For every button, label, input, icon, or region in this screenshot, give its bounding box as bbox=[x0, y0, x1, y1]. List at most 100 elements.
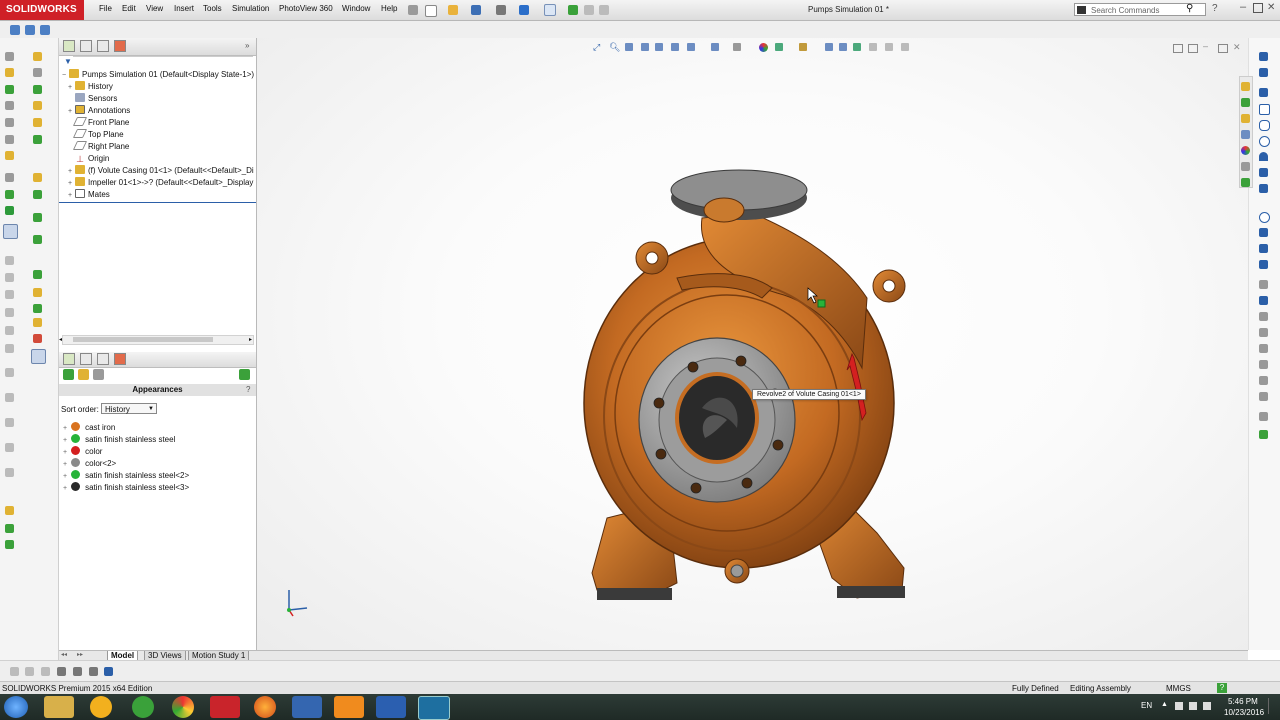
solidworks-task-icon[interactable] bbox=[210, 696, 240, 718]
pattern-icon[interactable] bbox=[1259, 344, 1268, 353]
avast-task-icon[interactable] bbox=[90, 696, 112, 718]
tab-scroll-left-icon[interactable]: ◂◂ bbox=[61, 651, 67, 658]
decal-icon[interactable] bbox=[869, 43, 877, 51]
show-desktop-button[interactable] bbox=[1268, 698, 1277, 714]
configuration-manager-tab-icon[interactable] bbox=[97, 353, 109, 365]
appearance-icon[interactable] bbox=[33, 334, 42, 343]
rebuild-icon[interactable] bbox=[568, 5, 578, 15]
notepad-task-icon[interactable] bbox=[292, 696, 322, 718]
move-component-icon[interactable] bbox=[5, 118, 14, 127]
autokey-icon[interactable] bbox=[104, 667, 113, 676]
mass-properties-icon[interactable] bbox=[5, 326, 14, 335]
convert-entities-icon[interactable] bbox=[1259, 296, 1268, 305]
circle-icon[interactable] bbox=[1259, 136, 1270, 147]
viewport-restore-icon[interactable] bbox=[1218, 44, 1228, 53]
edit-appearance-icon[interactable] bbox=[239, 369, 250, 380]
word-task-icon[interactable] bbox=[376, 696, 406, 718]
stop-icon[interactable] bbox=[41, 667, 50, 676]
file-properties-icon[interactable] bbox=[584, 5, 594, 15]
viewport-minimize-icon[interactable]: – bbox=[1203, 41, 1208, 51]
appearance-item-satin-steel-3[interactable]: + satin finish stainless steel<3> bbox=[63, 482, 189, 494]
edit-component-icon[interactable] bbox=[33, 52, 42, 61]
geometry-analysis-icon[interactable] bbox=[5, 468, 14, 477]
menu-tools[interactable]: Tools bbox=[203, 4, 222, 13]
clock-time[interactable]: 5:46 PM bbox=[1228, 697, 1258, 706]
solidworks-forum-icon[interactable] bbox=[1241, 178, 1250, 187]
walk-through-icon[interactable] bbox=[885, 43, 893, 51]
text-icon[interactable] bbox=[1259, 260, 1268, 269]
action-center-icon[interactable] bbox=[1189, 702, 1197, 710]
status-help-icon[interactable]: ? bbox=[1217, 683, 1227, 693]
help-icon[interactable]: ? bbox=[246, 385, 250, 394]
language-indicator[interactable]: EN bbox=[1141, 701, 1152, 710]
repair-sketch-icon[interactable] bbox=[1259, 392, 1268, 401]
zebra-stripes-icon[interactable] bbox=[5, 540, 14, 549]
grapher-task-icon[interactable] bbox=[334, 696, 364, 718]
display-manager-tab-icon[interactable] bbox=[114, 40, 126, 52]
design-library-icon[interactable] bbox=[1241, 98, 1250, 107]
render-tools-icon[interactable] bbox=[799, 43, 807, 51]
reference-geometry-icon[interactable] bbox=[5, 173, 14, 182]
sketch-tab-icon[interactable] bbox=[10, 25, 20, 35]
design-study-icon[interactable] bbox=[33, 270, 42, 279]
split-view-icon[interactable] bbox=[1173, 44, 1183, 53]
open-folder-icon[interactable] bbox=[448, 5, 458, 15]
relations-icon[interactable] bbox=[1259, 376, 1268, 385]
mate-icon[interactable] bbox=[5, 68, 14, 77]
view-orientation-icon[interactable] bbox=[671, 43, 679, 51]
point-icon[interactable] bbox=[1259, 228, 1268, 237]
chrome-task-icon[interactable] bbox=[172, 696, 194, 718]
new-motion-study-icon[interactable] bbox=[5, 190, 14, 199]
sketch-icon[interactable] bbox=[1259, 52, 1268, 61]
move-entities-icon[interactable] bbox=[1259, 360, 1268, 369]
flow-icon[interactable] bbox=[33, 304, 42, 313]
photoview-icon[interactable] bbox=[33, 318, 42, 327]
camera-icon[interactable] bbox=[853, 43, 861, 51]
smart-fasteners-icon[interactable] bbox=[5, 101, 14, 110]
search-icon[interactable]: ⚲ bbox=[1186, 3, 1193, 14]
axis-feature-icon[interactable] bbox=[33, 190, 42, 199]
scroll-right-icon[interactable]: ▸ bbox=[249, 336, 252, 343]
tree-item-volute-casing[interactable]: + (f) Volute Casing 01<1> (Default<<Defau… bbox=[65, 165, 254, 177]
mirror-icon[interactable] bbox=[1259, 328, 1268, 337]
mirror-components-icon[interactable] bbox=[33, 85, 42, 94]
photoview-preview-icon[interactable] bbox=[825, 43, 833, 51]
plane-feature-icon[interactable] bbox=[33, 173, 42, 182]
tree-item-impeller[interactable]: + Impeller 01<1>->? (Default<<Default>_Di… bbox=[65, 177, 253, 189]
select-icon[interactable] bbox=[544, 4, 556, 16]
menu-file[interactable]: File bbox=[99, 4, 112, 13]
trim-icon[interactable] bbox=[1259, 312, 1268, 321]
tree-item-sensors[interactable]: Sensors bbox=[65, 93, 117, 105]
edit-appearance-icon[interactable] bbox=[733, 43, 741, 51]
configuration-manager-tab-icon[interactable] bbox=[97, 40, 109, 52]
tray-expand-icon[interactable]: ▲ bbox=[1161, 701, 1168, 708]
performance-evaluation-icon[interactable] bbox=[5, 418, 14, 427]
utorrent-task-icon[interactable] bbox=[132, 696, 154, 718]
hide-show-icon[interactable] bbox=[33, 118, 42, 127]
camtasia-task-icon[interactable] bbox=[418, 696, 450, 720]
fillet-icon[interactable] bbox=[1259, 184, 1268, 193]
measure-icon[interactable] bbox=[5, 308, 14, 317]
print-icon[interactable] bbox=[496, 5, 506, 15]
firefox-task-icon[interactable] bbox=[254, 696, 276, 718]
appearances-view-icon[interactable] bbox=[63, 369, 74, 380]
appearance-item-satin-steel[interactable]: + satin finish stainless steel bbox=[63, 434, 175, 446]
apply-scene-icon[interactable] bbox=[759, 43, 768, 52]
check-icon[interactable] bbox=[5, 443, 14, 452]
assembly-features-icon[interactable] bbox=[5, 151, 14, 160]
tile-view-icon[interactable] bbox=[1188, 44, 1198, 53]
hole-alignment-icon[interactable] bbox=[5, 290, 14, 299]
appearance-item-cast-iron[interactable]: + cast iron bbox=[63, 422, 115, 434]
previous-view-icon[interactable] bbox=[625, 43, 633, 51]
appearances-scenes-icon[interactable] bbox=[1241, 146, 1250, 155]
save-animation-icon[interactable] bbox=[73, 667, 82, 676]
menu-help[interactable]: Help bbox=[381, 4, 397, 13]
scene-lights-view-icon[interactable] bbox=[93, 369, 104, 380]
file-explorer-icon[interactable] bbox=[1241, 114, 1250, 123]
display-style-icon[interactable] bbox=[687, 43, 695, 51]
centerline-icon[interactable] bbox=[1259, 244, 1268, 253]
new-document-icon[interactable] bbox=[425, 5, 437, 17]
expand-icon[interactable]: + bbox=[68, 190, 75, 202]
line-icon[interactable] bbox=[1259, 88, 1268, 97]
resources-icon[interactable] bbox=[1241, 82, 1250, 91]
